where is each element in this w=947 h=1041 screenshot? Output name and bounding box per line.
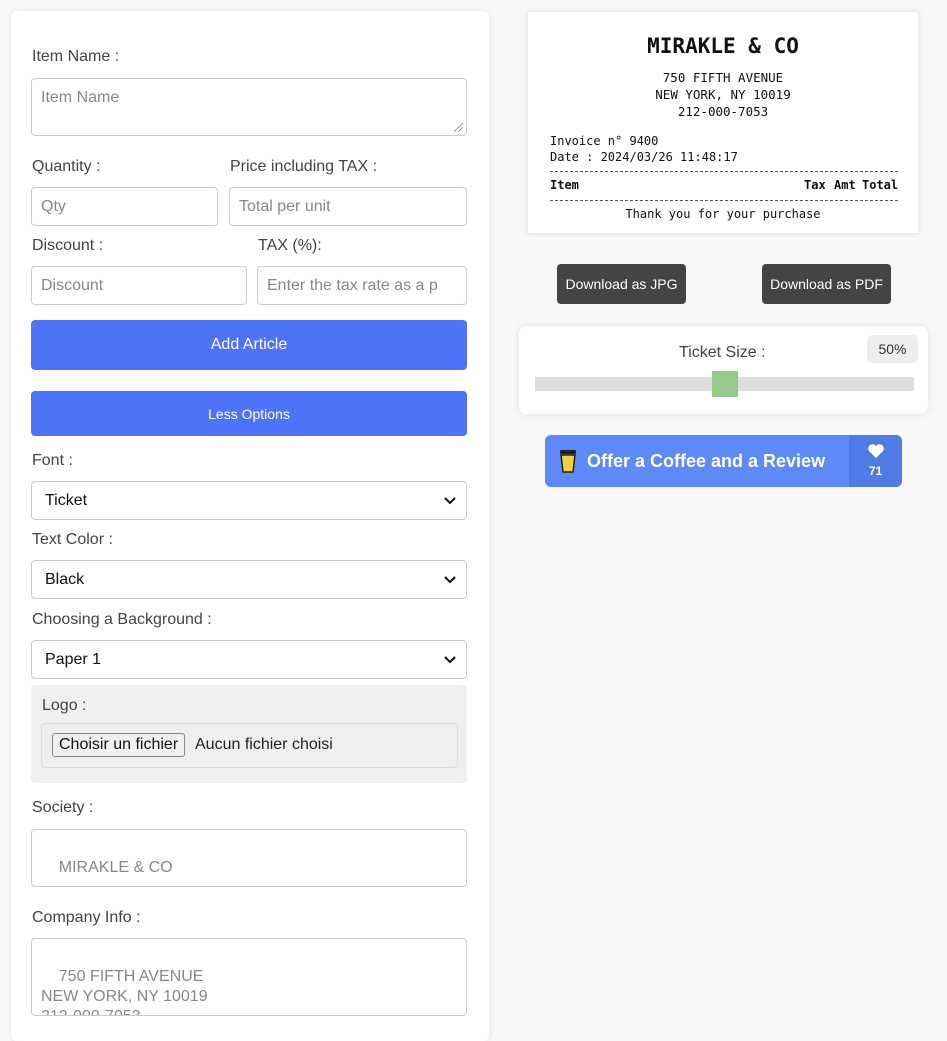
chevron-down-icon (444, 575, 456, 583)
receipt-thanks: Thank you for your purchase (625, 207, 821, 221)
text-color-select-value: Black (45, 570, 85, 588)
receipt-col-item: Item (550, 178, 579, 192)
quantity-input[interactable]: Qty (31, 187, 218, 226)
text-color-select[interactable]: Black (31, 560, 467, 599)
receipt-date: Date : 2024/03/26 11:48:17 (550, 150, 738, 164)
file-status-text: Aucun fichier choisi (195, 736, 333, 753)
chevron-down-icon (444, 496, 456, 504)
font-label: Font : (32, 452, 73, 469)
tax-placeholder: Enter the tax rate as a p (267, 277, 438, 294)
offer-coffee-button[interactable]: Offer a Coffee and a Review 71 (545, 435, 902, 487)
download-pdf-button[interactable]: Download as PDF (762, 264, 891, 304)
price-input[interactable]: Total per unit (229, 187, 467, 226)
slider-thumb[interactable] (711, 371, 738, 397)
discount-input[interactable]: Discount (31, 266, 247, 305)
logo-file-input[interactable]: Choisir un fichier Aucun fichier choisi (41, 723, 458, 768)
receipt-col-amt: Amt (834, 178, 856, 192)
item-name-placeholder: Item Name (41, 89, 120, 106)
society-label: Society : (32, 799, 94, 816)
logo-section: Logo : Choisir un fichier Aucun fichier … (31, 685, 467, 783)
receipt-preview: MIRAKLE & CO 750 FIFTH AVENUE NEW YORK, … (528, 12, 918, 233)
tax-input[interactable]: Enter the tax rate as a p (257, 266, 467, 305)
receipt-invoice-number: Invoice n° 9400 (550, 134, 659, 148)
receipt-title: MIRAKLE & CO (647, 34, 799, 58)
receipt-phone: 212-000-7053 (677, 104, 769, 119)
price-placeholder: Total per unit (239, 198, 331, 215)
company-info-value: 750 FIFTH AVENUE NEW YORK, NY 10019 212-… (41, 968, 208, 1015)
download-jpg-button[interactable]: Download as JPG (557, 264, 686, 304)
coffee-counter: 71 (849, 435, 902, 487)
receipt-col-tax: Tax (804, 178, 826, 192)
discount-label: Discount : (32, 237, 104, 254)
quantity-placeholder: Qty (41, 198, 66, 215)
ticket-size-value: 50% (867, 335, 918, 363)
font-select-value: Ticket (45, 491, 88, 509)
society-input[interactable]: MIRAKLE & CO (31, 829, 467, 887)
society-value: MIRAKLE & CO (58, 859, 173, 876)
heart-icon (868, 444, 884, 458)
company-info-label: Company Info : (32, 909, 141, 926)
receipt-address-line2: NEW YORK, NY 10019 (655, 87, 791, 102)
ticket-size-label: Ticket Size : (679, 344, 766, 361)
discount-placeholder: Discount (41, 277, 104, 294)
item-name-label: Item Name : (32, 48, 120, 65)
company-info-input[interactable]: 750 FIFTH AVENUE NEW YORK, NY 10019 212-… (31, 938, 467, 1016)
item-name-input[interactable]: Item Name (31, 78, 467, 136)
less-options-button[interactable]: Less Options (31, 391, 467, 436)
coffee-count: 71 (868, 464, 883, 478)
price-label: Price including TAX : (230, 158, 378, 175)
chevron-down-icon (444, 655, 456, 663)
background-select-value: Paper 1 (45, 650, 102, 668)
logo-label: Logo : (42, 697, 87, 714)
receipt-divider (550, 200, 898, 201)
background-label: Choosing a Background : (32, 611, 212, 628)
resize-handle[interactable] (454, 123, 463, 132)
article-form-panel: Item Name : Item Name Quantity : Price i… (11, 11, 489, 1041)
text-color-label: Text Color : (32, 531, 113, 548)
receipt-col-total: Total (862, 178, 899, 192)
receipt-divider (550, 171, 898, 172)
choose-file-button[interactable]: Choisir un fichier (52, 733, 186, 757)
receipt-address-line1: 750 FIFTH AVENUE (662, 70, 784, 85)
quantity-label: Quantity : (32, 158, 101, 175)
font-select[interactable]: Ticket (31, 481, 467, 520)
background-select[interactable]: Paper 1 (31, 640, 467, 679)
coffee-label: Offer a Coffee and a Review (587, 450, 826, 471)
coffee-cup-icon (560, 450, 576, 473)
add-article-button[interactable]: Add Article (31, 320, 467, 370)
ticket-size-slider[interactable] (535, 371, 914, 397)
tax-label: TAX (%): (258, 237, 322, 254)
ticket-size-card: Ticket Size : 50% (519, 326, 928, 414)
